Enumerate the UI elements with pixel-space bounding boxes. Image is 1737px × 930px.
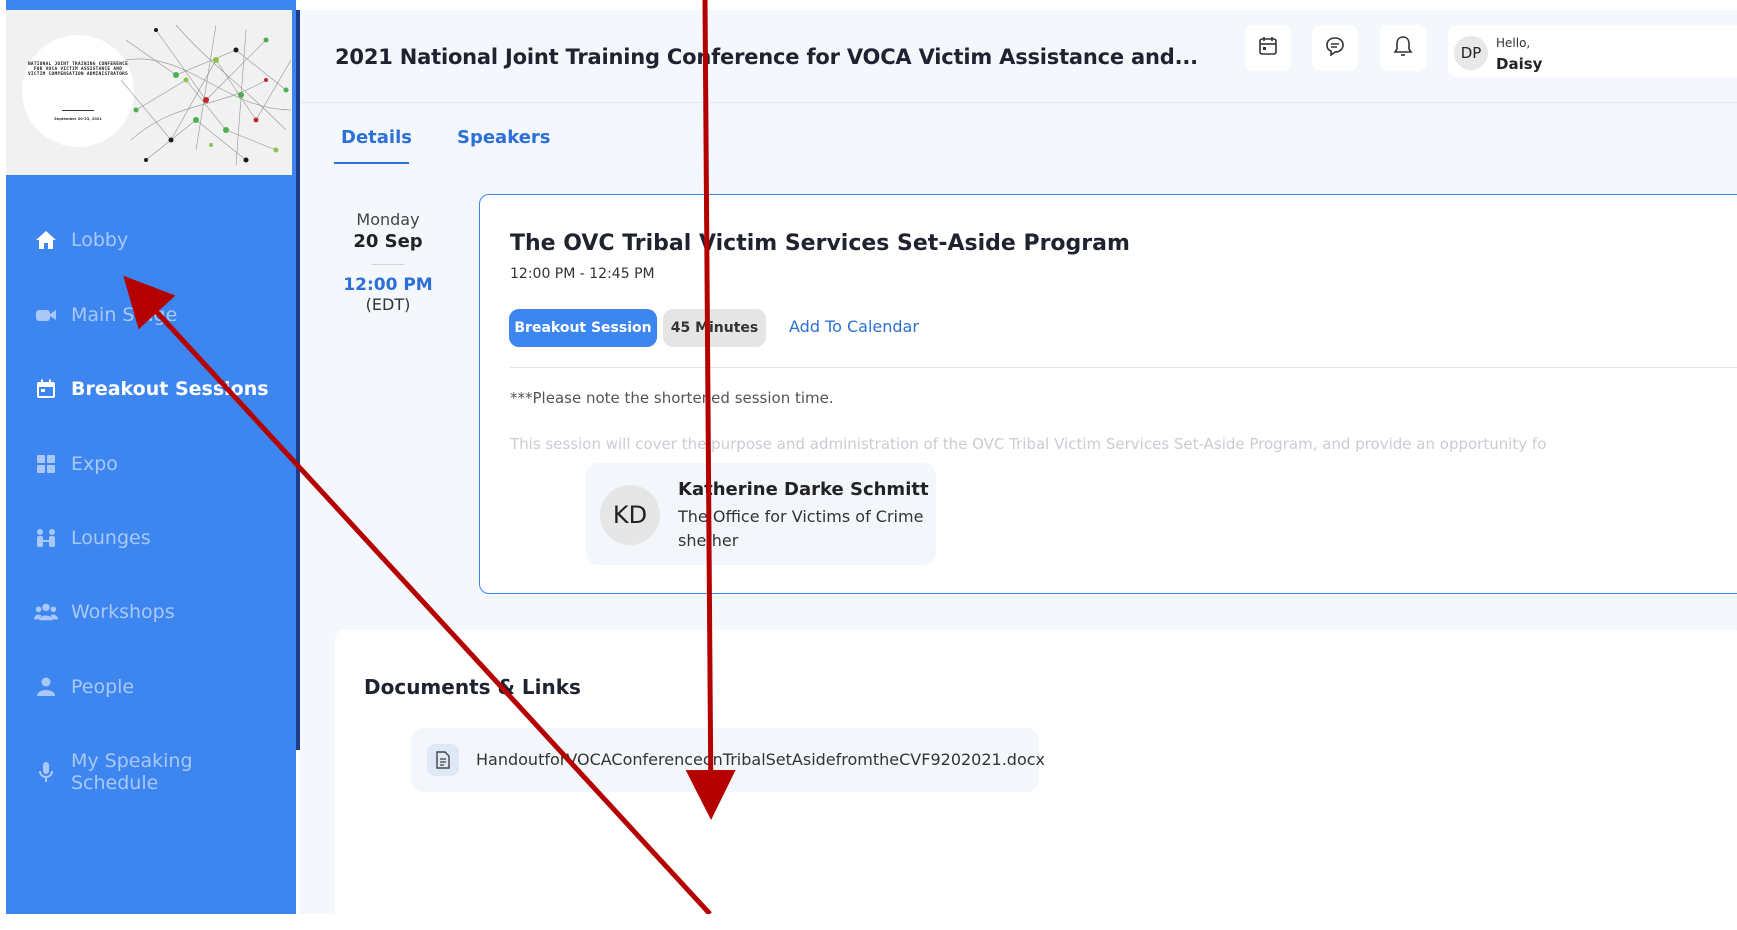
- sidebar-item-lounges[interactable]: Lounges: [6, 518, 292, 558]
- sidebar-item-my-speaking-schedule[interactable]: My Speaking Schedule: [6, 742, 292, 802]
- card-divider: [510, 367, 1737, 368]
- notifications-button[interactable]: [1380, 25, 1426, 71]
- sidebar-item-label: Workshops: [71, 601, 175, 623]
- documents-section: Documents & Links HandoutforVOCAConferen…: [335, 630, 1737, 930]
- top-strip-blue: [6, 0, 296, 10]
- sidebar-item-workshops[interactable]: Workshops: [6, 592, 292, 632]
- bell-icon: [1393, 35, 1413, 61]
- document-icon: [427, 744, 459, 776]
- sidebar-item-label: People: [71, 676, 135, 698]
- calendar-icon: [34, 377, 58, 401]
- user-name: Daisy: [1496, 55, 1543, 73]
- calendar-icon: [1258, 36, 1278, 60]
- sidebar-item-main-stage[interactable]: Main Stage: [6, 295, 292, 335]
- document-link[interactable]: HandoutforVOCAConferenceonTribalSetAside…: [411, 728, 1045, 792]
- speaker-name: Katherine Darke Schmitt: [678, 479, 929, 500]
- speaker-avatar: KD: [600, 485, 660, 545]
- banner-divider: [62, 110, 94, 111]
- conference-banner: NATIONAL JOINT TRAINING CONFERENCE FOR V…: [6, 10, 292, 175]
- speaker-pronouns: she/her: [678, 531, 739, 550]
- speaker-card[interactable]: KD Katherine Darke Schmitt The Office fo…: [586, 463, 936, 565]
- chat-button[interactable]: [1312, 25, 1358, 71]
- top-header: 2021 National Joint Training Conference …: [300, 10, 1737, 102]
- user-menu[interactable]: DP Hello, Daisy: [1448, 25, 1737, 77]
- session-day-name: Monday: [356, 210, 420, 229]
- sidebar-item-label: Lobby: [71, 229, 129, 251]
- grid-icon: [34, 452, 58, 476]
- session-description: This session will cover the purpose and …: [510, 435, 1547, 453]
- sidebar-item-label: Main Stage: [71, 304, 178, 326]
- avatar: DP: [1454, 36, 1488, 70]
- top-strip: [0, 0, 1737, 10]
- chat-icon: [1325, 36, 1345, 60]
- network-graphic: [120, 24, 292, 166]
- banner-title: NATIONAL JOINT TRAINING CONFERENCE FOR V…: [27, 62, 129, 77]
- sidebar-item-label: Breakout Sessions: [71, 378, 269, 400]
- sidebar: NATIONAL JOINT TRAINING CONFERENCE FOR V…: [6, 10, 300, 914]
- calendar-button[interactable]: [1245, 25, 1291, 71]
- people-lounge-icon: [34, 526, 58, 550]
- date-divider: [372, 264, 404, 265]
- sidebar-item-expo[interactable]: Expo: [6, 444, 292, 484]
- sidebar-item-label: My Speaking Schedule: [71, 750, 193, 794]
- active-tab-indicator: [334, 162, 409, 164]
- session-title: The OVC Tribal Victim Services Set-Aside…: [510, 231, 1130, 256]
- document-file-name: HandoutforVOCAConferenceonTribalSetAside…: [476, 750, 1046, 769]
- session-timezone: (EDT): [365, 295, 411, 314]
- duration-badge: 45 Minutes: [663, 309, 766, 347]
- tab-details[interactable]: Details: [341, 127, 412, 148]
- sidebar-item-breakout-sessions[interactable]: Breakout Sessions: [6, 369, 292, 409]
- session-type-badge: Breakout Session: [509, 309, 657, 347]
- session-note: ***Please note the shortened session tim…: [510, 389, 834, 407]
- sidebar-item-label: Expo: [71, 453, 118, 475]
- session-card: The OVC Tribal Victim Services Set-Aside…: [479, 194, 1737, 594]
- session-date: 20 Sep: [353, 231, 423, 252]
- tab-speakers[interactable]: Speakers: [457, 127, 551, 148]
- video-camera-icon: [34, 303, 58, 327]
- session-start-time: 12:00 PM: [343, 275, 433, 295]
- user-greeting: Hello,: [1496, 36, 1531, 50]
- session-time-range: 12:00 PM - 12:45 PM: [510, 266, 655, 282]
- sidebar-item-lobby[interactable]: Lobby: [6, 220, 292, 260]
- microphone-icon: [34, 760, 58, 784]
- session-date-column: Monday 20 Sep 12:00 PM (EDT): [338, 210, 438, 314]
- sidebar-item-label: Lounges: [71, 527, 151, 549]
- home-icon: [34, 228, 58, 252]
- speaker-organization: The Office for Victims of Crime: [678, 507, 924, 526]
- banner-date: September 20-23, 2021: [54, 117, 102, 121]
- group-icon: [34, 600, 58, 624]
- sidebar-item-people[interactable]: People: [6, 667, 292, 707]
- add-to-calendar-link[interactable]: Add To Calendar: [789, 317, 919, 336]
- header-divider: [300, 102, 1737, 103]
- person-icon: [34, 675, 58, 699]
- main-content: 2021 National Joint Training Conference …: [300, 10, 1737, 930]
- documents-title: Documents & Links: [364, 675, 581, 699]
- page-title: 2021 National Joint Training Conference …: [335, 45, 1198, 69]
